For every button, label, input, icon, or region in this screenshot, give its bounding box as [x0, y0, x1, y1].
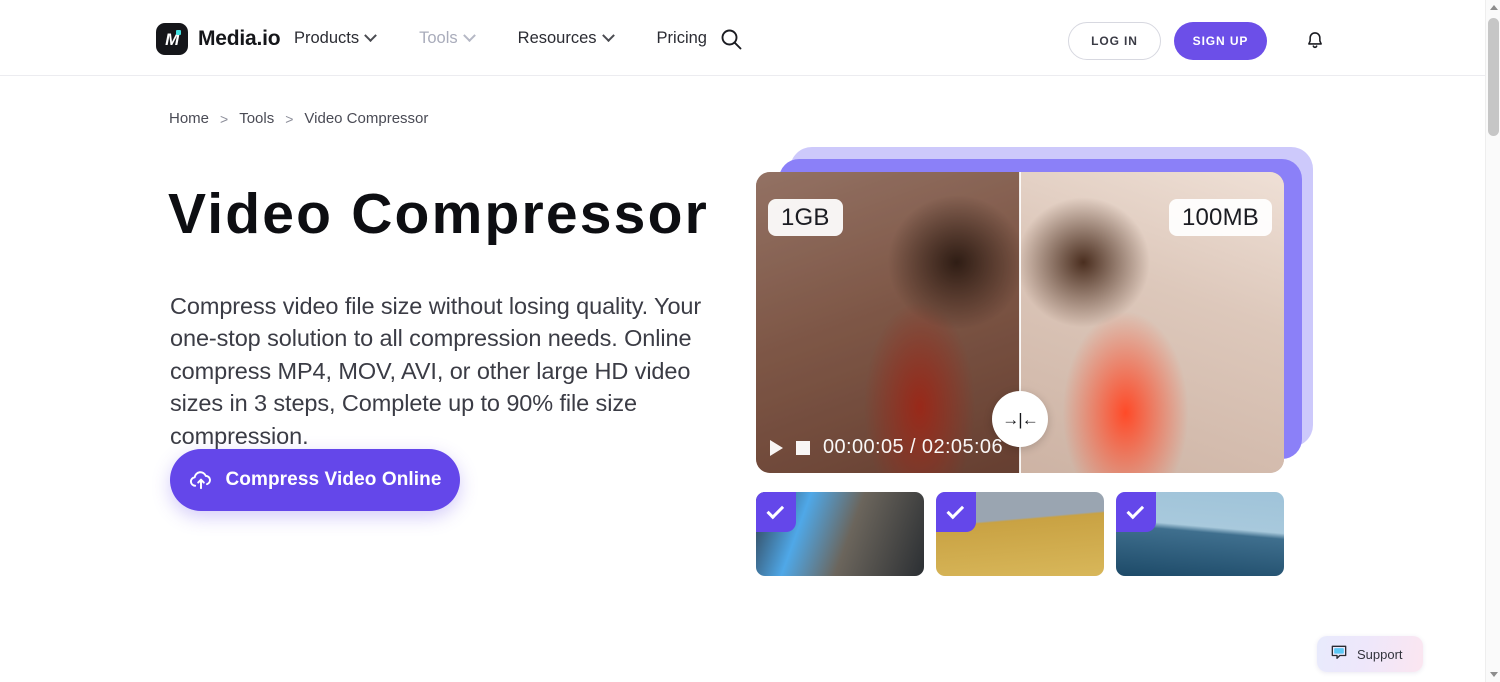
support-widget[interactable]: Support — [1317, 636, 1423, 672]
page-root: M Media.io Products Tools Resources Pric… — [0, 0, 1500, 682]
login-button[interactable]: LOG IN — [1068, 22, 1161, 60]
bell-icon[interactable] — [1304, 30, 1326, 52]
checkbox-checked-icon[interactable] — [936, 492, 976, 532]
chevron-down-icon — [601, 28, 615, 42]
breadcrumb-item-home[interactable]: Home — [169, 110, 209, 127]
checkbox-checked-icon[interactable] — [1116, 492, 1156, 532]
scrollbar-thumb[interactable] — [1488, 18, 1499, 136]
video-compare-player[interactable]: 1GB 100MB →|← 00:00:05 / 02:05:06 — [756, 172, 1284, 473]
breadcrumb-item-tools[interactable]: Tools — [239, 110, 274, 127]
play-icon[interactable] — [770, 439, 783, 456]
nav-label: Tools — [419, 28, 458, 47]
nav-label: Pricing — [656, 28, 707, 47]
search-icon[interactable] — [719, 27, 743, 51]
player-controls: 00:00:05 / 02:05:06 — [770, 436, 1003, 459]
cta-label: Compress Video Online — [225, 469, 442, 490]
scroll-down-arrow-icon[interactable] — [1486, 667, 1500, 682]
page-title: Video Compressor — [168, 182, 709, 246]
nav-item-resources[interactable]: Resources — [518, 29, 635, 48]
brand-logo[interactable]: M Media.io — [156, 23, 281, 55]
stop-icon[interactable] — [796, 440, 810, 455]
support-label: Support — [1357, 646, 1403, 662]
scroll-up-arrow-icon[interactable] — [1486, 0, 1500, 15]
site-header: M Media.io Products Tools Resources Pric… — [0, 0, 1486, 76]
breadcrumb-separator: > — [220, 110, 229, 127]
badge-compressed-size: 100MB — [1168, 199, 1272, 236]
nav-item-tools[interactable]: Tools — [419, 29, 496, 48]
vertical-scrollbar[interactable] — [1485, 0, 1500, 682]
chat-bubble-icon — [1329, 642, 1349, 667]
media-io-logo-icon: M — [156, 23, 188, 55]
signup-button[interactable]: SIGN UP — [1174, 22, 1267, 60]
chevron-down-icon — [462, 28, 476, 42]
badge-original-size: 1GB — [768, 199, 843, 236]
breadcrumb-item-video-compressor: Video Compressor — [304, 110, 429, 127]
nav-item-products[interactable]: Products — [294, 29, 397, 48]
thumbnail-strip — [756, 492, 1284, 576]
thumbnail-item[interactable] — [936, 492, 1104, 576]
chevron-down-icon — [364, 28, 377, 42]
player-timestamp: 00:00:05 / 02:05:06 — [823, 436, 1003, 458]
compare-arrows-icon: →|← — [1002, 409, 1038, 429]
logo-accent-dot — [176, 30, 181, 35]
breadcrumb-separator: > — [285, 110, 294, 127]
checkbox-checked-icon[interactable] — [756, 492, 796, 532]
brand-name: Media.io — [198, 27, 281, 50]
compress-video-online-button[interactable]: Compress Video Online — [170, 449, 460, 511]
thumbnail-item[interactable] — [1116, 492, 1284, 576]
thumbnail-item[interactable] — [756, 492, 924, 576]
nav-label: Resources — [517, 28, 597, 47]
main-nav: Products Tools Resources Pricing — [294, 0, 751, 76]
cloud-upload-icon — [188, 466, 214, 495]
breadcrumb: Home > Tools > Video Compressor — [169, 110, 428, 127]
auth-actions: LOG IN SIGN UP — [1068, 22, 1326, 60]
nav-label: Products — [294, 28, 360, 47]
hero-description: Compress video file size without losing … — [170, 293, 702, 449]
